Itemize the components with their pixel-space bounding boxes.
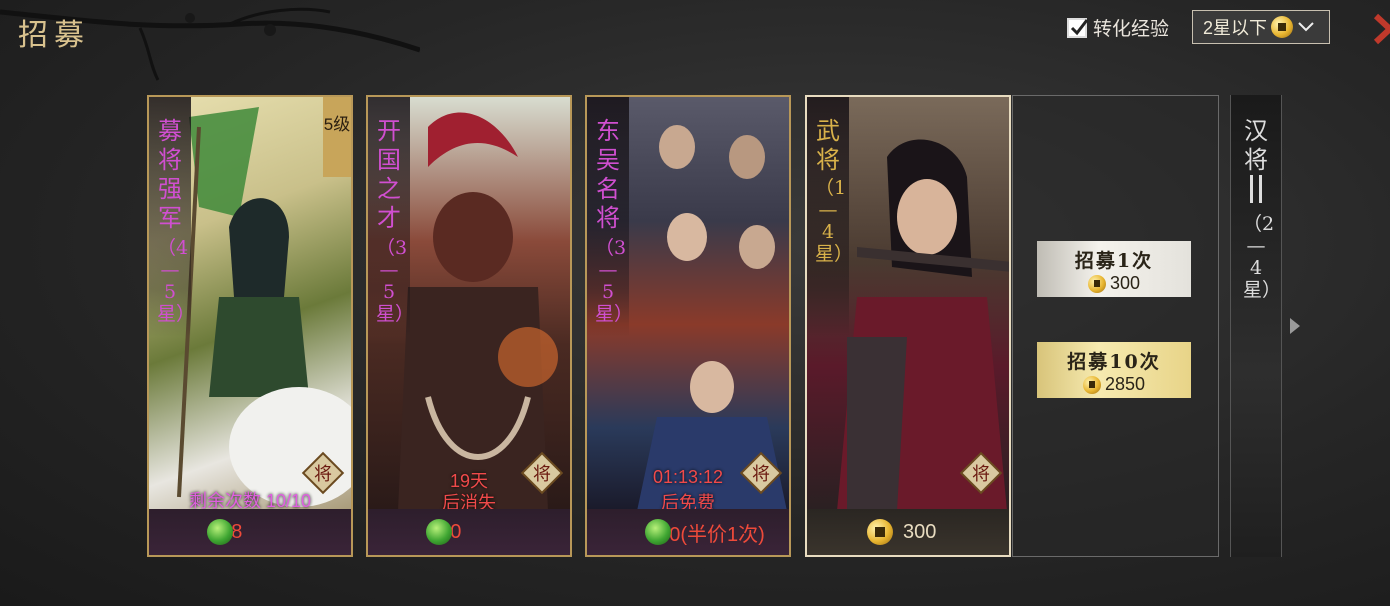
recruit-ten-button[interactable]: 招募10次 2850 [1037,342,1191,398]
recruit-once-label: 招募1次 [1074,250,1154,272]
title-backdrop: 武将 （1—4星） [807,97,854,337]
recruit-card-mujiang[interactable]: 募将强军 （4—5星） 5级 将 剩余次数 10/10 398 [147,95,353,557]
recruit-card-kaiguo[interactable]: 开国之才 （3—5星） 将 19天 后消失 200 [366,95,572,557]
card-star-range: （3—5星） [595,237,634,325]
level-text: 5级 [323,115,351,134]
title-backdrop: 东吴名将 （3—5星） [587,97,634,337]
coin-icon [1087,274,1106,293]
card-star-range: （4—5星） [157,237,196,325]
divider-mark [1250,175,1262,203]
card-title: 东吴名将 [596,117,620,232]
checkbox-icon[interactable] [1067,17,1088,38]
next-arrow-icon[interactable] [1290,318,1300,334]
card-star-range: （1—4星） [815,177,854,265]
jade-icon [207,519,233,545]
free-timer: 01:13:12 [652,467,724,487]
card-star-range: （3—5星） [376,237,415,325]
card-title: 募将强军 [158,117,182,232]
convert-exp-toggle[interactable]: 转化经验 [1067,14,1169,41]
recruit-ten-price: 2850 [1104,374,1146,394]
price-bar: 398 [149,509,351,555]
title-backdrop: 募将强军 （4—5星） [149,97,196,337]
card-title: 汉将 [1244,117,1268,174]
price-bar: 300 [807,509,1009,555]
jade-icon [426,519,452,545]
recruit-card-wujiang[interactable]: 武将 （1—4星） 将 300 [805,95,1011,557]
jade-icon [645,519,671,545]
star-filter-dropdown[interactable]: 2星以下 [1192,10,1330,44]
price-bar: 100(半价1次) [587,509,789,555]
convert-exp-label: 转化经验 [1093,19,1170,40]
price-bar: 200 [368,509,570,555]
svg-text:将: 将 [314,464,332,485]
level-badge: 5级 [323,97,351,177]
general-seal-icon: 将 [959,451,1003,495]
card-star-range: （2—4星） [1243,213,1282,301]
recruit-options-panel [1012,95,1219,557]
price: 300 [903,520,937,543]
recruit-card-dongwu[interactable]: 东吴名将 （3—5星） 将 01:13:12 后免费 100(半价1次) [585,95,791,557]
card-title: 开国之才 [377,117,401,232]
coin-icon [1271,16,1294,38]
page-title: 招募 [18,18,90,53]
close-icon[interactable] [1372,12,1390,46]
title-backdrop: 开国之才 （3—5星） [368,97,415,337]
svg-text:将: 将 [972,464,990,485]
recruit-once-price: 300 [1109,273,1141,293]
recruit-once-button[interactable]: 招募1次 300 [1037,241,1191,297]
chevron-down-icon [1298,22,1314,32]
next-card-preview[interactable]: 汉将 （2—4星） [1230,95,1282,557]
card-title: 武将 [816,117,840,174]
coin-icon [867,519,893,545]
recruit-ten-label: 招募10次 [1067,351,1161,373]
coin-icon [1082,375,1101,394]
filter-value: 2星以下 [1203,18,1268,38]
